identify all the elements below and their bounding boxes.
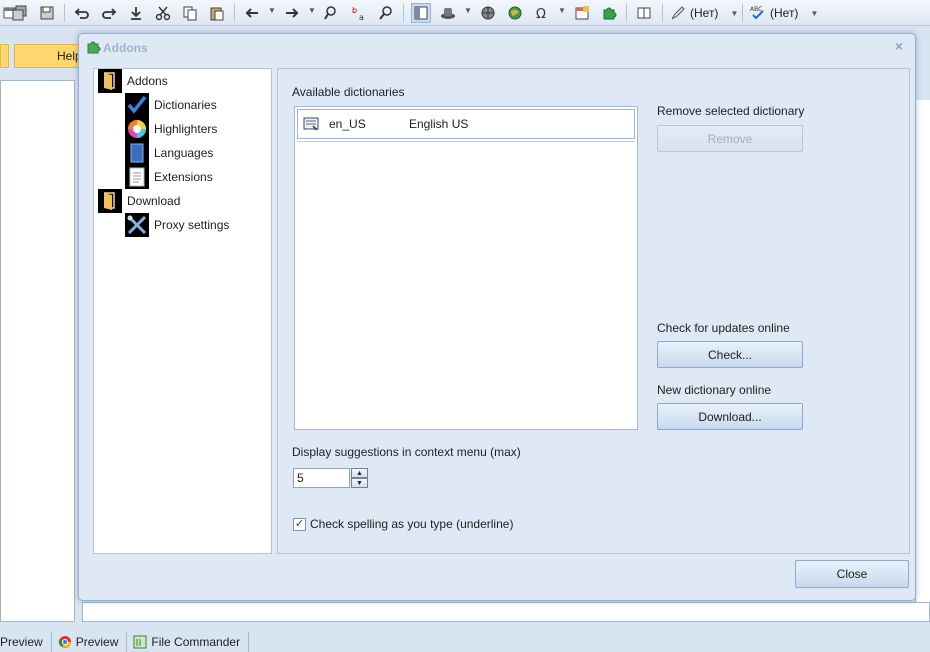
folder-icon	[98, 69, 122, 93]
spell-combo-label: (Нет)	[770, 6, 799, 20]
style-combo-label: (Нет)	[690, 6, 719, 20]
main-toolbar: ▼ ▼ ba ▼ Ω ▼ (Нет) ▼ ABC (Нет) ▼	[0, 0, 930, 26]
dictionary-icon	[303, 117, 319, 131]
taskbar-item-preview-1[interactable]: Preview	[0, 632, 52, 652]
find-next-icon[interactable]	[376, 3, 396, 23]
layout-icon[interactable]	[411, 3, 431, 23]
undo-icon[interactable]	[72, 3, 92, 23]
svg-text:Ω: Ω	[536, 7, 546, 21]
tree-item-download[interactable]: Download	[98, 189, 180, 213]
split-icon[interactable]	[634, 3, 654, 23]
hat-icon[interactable]	[438, 3, 458, 23]
tree-item-label: Extensions	[154, 170, 213, 184]
close-button[interactable]: Close	[795, 560, 909, 588]
check-button[interactable]: Check...	[657, 341, 803, 368]
dictionary-list[interactable]: en_US English US	[294, 106, 638, 430]
tree-item-label: Proxy settings	[154, 218, 230, 232]
puzzle-icon	[87, 41, 101, 54]
list-divider	[297, 141, 635, 142]
tree-item-languages[interactable]: Languages	[125, 141, 213, 165]
color-wheel-icon	[125, 117, 149, 141]
tree-item-dictionaries[interactable]: Dictionaries	[125, 93, 217, 117]
remove-button[interactable]: Remove	[657, 125, 803, 152]
globe-green-icon[interactable]	[505, 3, 525, 23]
back-icon[interactable]	[242, 3, 262, 23]
bg-help-tab[interactable]: Help	[14, 44, 84, 68]
available-dictionaries-label: Available dictionaries	[292, 85, 405, 99]
close-icon[interactable]: ×	[891, 38, 907, 54]
style-combo[interactable]: (Нет) ▼	[670, 3, 738, 23]
spin-up-button[interactable]: ▲	[351, 468, 368, 478]
copy-icon[interactable]	[180, 3, 200, 23]
spell-check-label: Check spelling as you type (underline)	[310, 517, 514, 531]
bg-status-strip	[82, 602, 930, 622]
suggestions-input[interactable]: 5	[293, 468, 350, 488]
tree-item-label: Dictionaries	[154, 98, 217, 112]
redo-icon[interactable]	[99, 3, 119, 23]
book-icon	[125, 141, 149, 165]
spell-combo[interactable]: ABC (Нет) ▼	[750, 3, 818, 23]
document-icon	[125, 165, 149, 189]
chrome-icon	[58, 635, 72, 649]
tree-item-label: Languages	[154, 146, 214, 160]
tree-item-label: Addons	[127, 74, 168, 88]
new-dictionary-label: New dictionary online	[657, 383, 772, 397]
checkmark-icon	[125, 93, 149, 117]
globe-icon[interactable]	[478, 3, 498, 23]
addons-tree: Addons Dictionaries Highlighters Languag…	[93, 68, 272, 554]
puzzle-icon[interactable]	[599, 3, 619, 23]
save-icon[interactable]	[37, 3, 57, 23]
calendar-icon[interactable]	[572, 3, 592, 23]
tree-item-proxy-settings[interactable]: Proxy settings	[125, 213, 229, 237]
dictionary-code: en_US	[329, 117, 366, 131]
svg-text:ABC: ABC	[750, 6, 762, 13]
taskbar-item-file-commander[interactable]: File Commander	[133, 632, 250, 652]
tree-item-label: Download	[127, 194, 181, 208]
bg-right-panel	[915, 100, 930, 622]
paste-icon[interactable]	[207, 3, 227, 23]
taskbar-item-label: File Commander	[151, 635, 241, 649]
file-commander-icon	[133, 635, 147, 649]
dictionary-name: English US	[409, 117, 469, 131]
list-item[interactable]: en_US English US	[297, 109, 635, 139]
folder-icon	[98, 189, 122, 213]
spellcheck-icon: ABC	[750, 6, 764, 20]
dialog-title: Addons	[103, 41, 148, 55]
replace-icon[interactable]: ba	[349, 3, 369, 23]
taskbar: Preview Preview File Commander	[0, 632, 930, 652]
check-updates-label: Check for updates online	[657, 321, 790, 335]
taskbar-item-preview-2[interactable]: Preview	[58, 632, 128, 652]
suggestions-label: Display suggestions in context menu (max…	[292, 445, 521, 459]
bg-left-panel	[0, 80, 75, 622]
tools-icon	[125, 213, 149, 237]
taskbar-item-label: Preview	[0, 635, 43, 649]
download-button[interactable]: Download...	[657, 403, 803, 430]
pen-icon	[671, 6, 685, 20]
download-icon[interactable]	[126, 3, 146, 23]
tree-item-extensions[interactable]: Extensions	[125, 165, 213, 189]
tree-item-label: Highlighters	[154, 122, 218, 136]
cut-icon[interactable]	[153, 3, 173, 23]
svg-text:b: b	[352, 6, 357, 15]
dictionaries-panel: Available dictionaries en_US English US …	[277, 68, 910, 554]
tree-item-highlighters[interactable]: Highlighters	[125, 117, 217, 141]
remove-section-label: Remove selected dictionary	[657, 104, 805, 118]
omega-icon[interactable]: Ω	[532, 3, 552, 23]
addons-dialog: Addons × Addons Dictionaries Highlighter…	[78, 33, 916, 601]
tree-item-addons[interactable]: Addons	[98, 69, 168, 93]
save-all-icon[interactable]	[10, 3, 30, 23]
forward-icon[interactable]	[282, 3, 302, 23]
bg-tab-marker	[0, 44, 9, 68]
taskbar-item-label: Preview	[75, 635, 119, 649]
find-icon[interactable]	[322, 3, 342, 23]
spin-down-button[interactable]: ▼	[351, 478, 368, 488]
spell-check-checkbox[interactable]: ✓	[293, 518, 306, 531]
svg-text:a: a	[359, 13, 364, 21]
